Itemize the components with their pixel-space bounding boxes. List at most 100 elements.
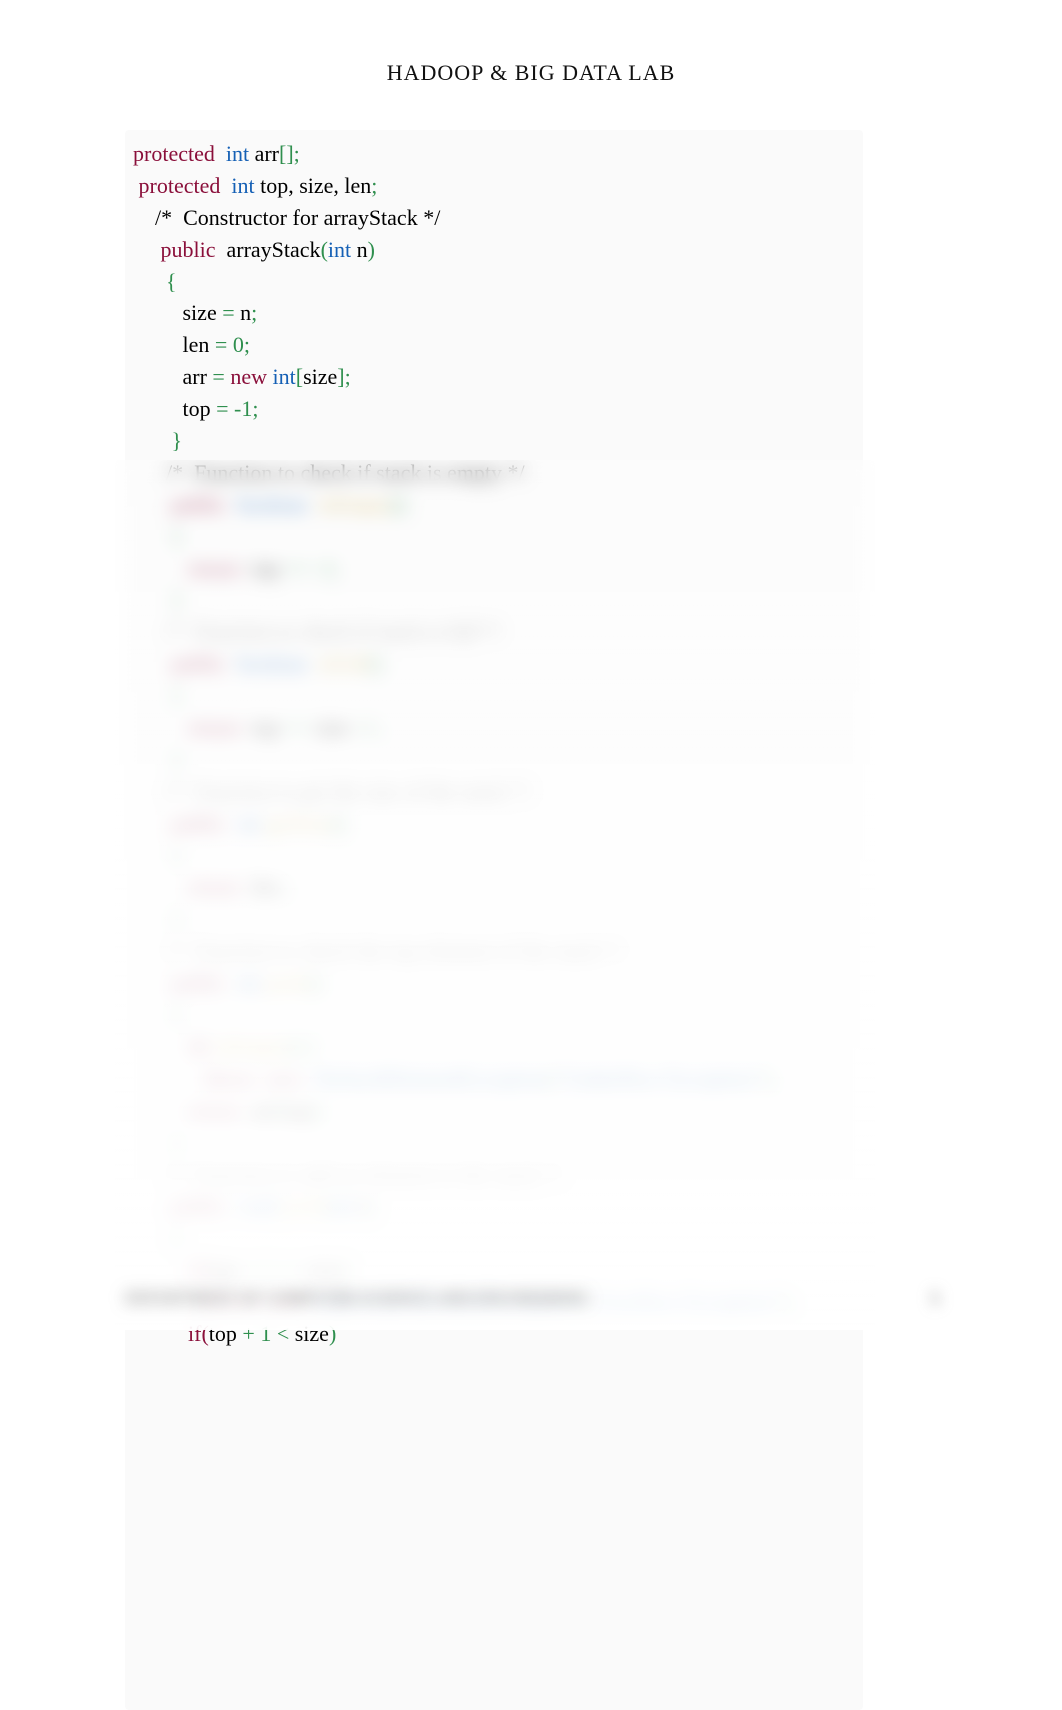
code-token: /* Function to get the size of the stack… (133, 779, 529, 804)
code-token: int (226, 141, 255, 166)
code-line: len = 0; (133, 329, 853, 361)
code-token: int (273, 364, 296, 389)
code-token: ]; (311, 1098, 324, 1123)
code-token: peek (266, 970, 308, 995)
code-token: return (188, 715, 246, 740)
code-line: /* Function to check if stack is full */ (133, 616, 853, 648)
code-token: size (302, 1257, 342, 1282)
code-line: return arr[top]; (133, 1095, 853, 1127)
code-token: getSize (266, 811, 331, 836)
code-line: if(top + 1 >= size) (133, 1254, 853, 1286)
code-line: if(top + 1 < size) (133, 1318, 853, 1350)
code-line: } (133, 425, 853, 457)
code-token: size (289, 1321, 329, 1346)
code-token: public (172, 970, 233, 995)
code-token: ); (782, 1289, 795, 1314)
code-token: + (242, 1257, 260, 1282)
code-token: top (283, 1098, 311, 1123)
code-line: public void push(int i) (133, 1190, 853, 1222)
code-token (133, 1225, 172, 1250)
code-token (133, 1130, 172, 1155)
code-token: == (285, 715, 310, 740)
code-token (133, 811, 172, 836)
code-token: 1 (363, 715, 374, 740)
code-token (133, 1034, 188, 1059)
code-token: >= (277, 1257, 302, 1282)
code-token: = (212, 364, 230, 389)
code-token (133, 556, 188, 581)
code-token: } (172, 747, 183, 772)
code-token: public (172, 651, 233, 676)
code-token: 1 (260, 1257, 277, 1282)
code-token: arrayStack (221, 237, 321, 262)
code-token: size (310, 715, 355, 740)
code-token: top (209, 1257, 243, 1282)
code-token: < (277, 1321, 289, 1346)
footer-text: DEPARTMENT OF COMPUTER SCIENCE AND ENGIN… (125, 1290, 685, 1314)
code-line: } (133, 903, 853, 935)
code-token: () (392, 492, 407, 517)
code-token: isFull (318, 651, 368, 676)
code-token: int (331, 1193, 360, 1218)
code-line: { (133, 266, 853, 298)
code-line: /* Function to get the size of the stack… (133, 776, 853, 808)
code-line: public arrayStack(int n) (133, 234, 853, 266)
code-token: () (308, 970, 323, 995)
code-token: { (172, 843, 183, 868)
code-token: { (172, 524, 183, 549)
code-line: /* Constructor for arrayStack */ (133, 202, 853, 234)
code-line: public boolean isFull() (133, 648, 853, 680)
code-token: isEmpty (214, 1034, 287, 1059)
code-token: return (188, 874, 246, 899)
code-token: protected (133, 173, 226, 198)
code-token: ; (371, 173, 377, 198)
code-token (133, 747, 172, 772)
code-token (133, 237, 161, 262)
code-token: ( (324, 1193, 331, 1218)
code-token: ; (244, 332, 250, 357)
code-token: /* Function to check if stack is full */ (133, 619, 500, 644)
code-token: 1 (241, 396, 252, 421)
code-line: return len ; (133, 871, 853, 903)
code-token: ); (763, 1066, 776, 1091)
code-token (133, 1321, 188, 1346)
code-token: { (172, 1225, 183, 1250)
code-token: ; (374, 715, 386, 740)
code-line: return top == size -1 ; (133, 712, 853, 744)
code-token: public (172, 811, 233, 836)
code-token: []; (279, 141, 300, 166)
code-line: top = -1; (133, 393, 853, 425)
code-token (133, 1098, 188, 1123)
code-token: new (267, 1066, 309, 1091)
code-token: boolean (238, 492, 313, 517)
code-token: n (357, 237, 368, 262)
code-token: ) (368, 237, 375, 262)
code-token: int (238, 811, 267, 836)
code-token: public (172, 492, 233, 517)
code-token: arr (246, 1098, 276, 1123)
code-token: size (133, 300, 222, 325)
code-token (133, 683, 172, 708)
code-token: isEmpty (318, 492, 391, 517)
code-token: if( (188, 1321, 209, 1346)
code-token: return (188, 556, 246, 581)
code-token: int (238, 970, 267, 995)
code-token: 1 (323, 556, 334, 581)
code-token: [ (296, 364, 303, 389)
code-line: protected int arr[]; (133, 138, 853, 170)
code-token: ; (251, 300, 257, 325)
code-line: public int peek() (133, 967, 853, 999)
code-token: /* Function to check if stack is empty *… (133, 460, 525, 485)
code-token: 0 (233, 332, 244, 357)
code-token: protected (133, 141, 220, 166)
code-token: public (172, 1193, 233, 1218)
code-token: } (172, 587, 183, 612)
code-token: ( (321, 237, 328, 262)
code-token: push (282, 1193, 324, 1218)
code-token (133, 492, 172, 517)
code-token: } (172, 428, 183, 453)
code-token: } (172, 906, 183, 931)
code-line: { (133, 840, 853, 872)
code-token (133, 906, 172, 931)
code-token: () (368, 651, 383, 676)
